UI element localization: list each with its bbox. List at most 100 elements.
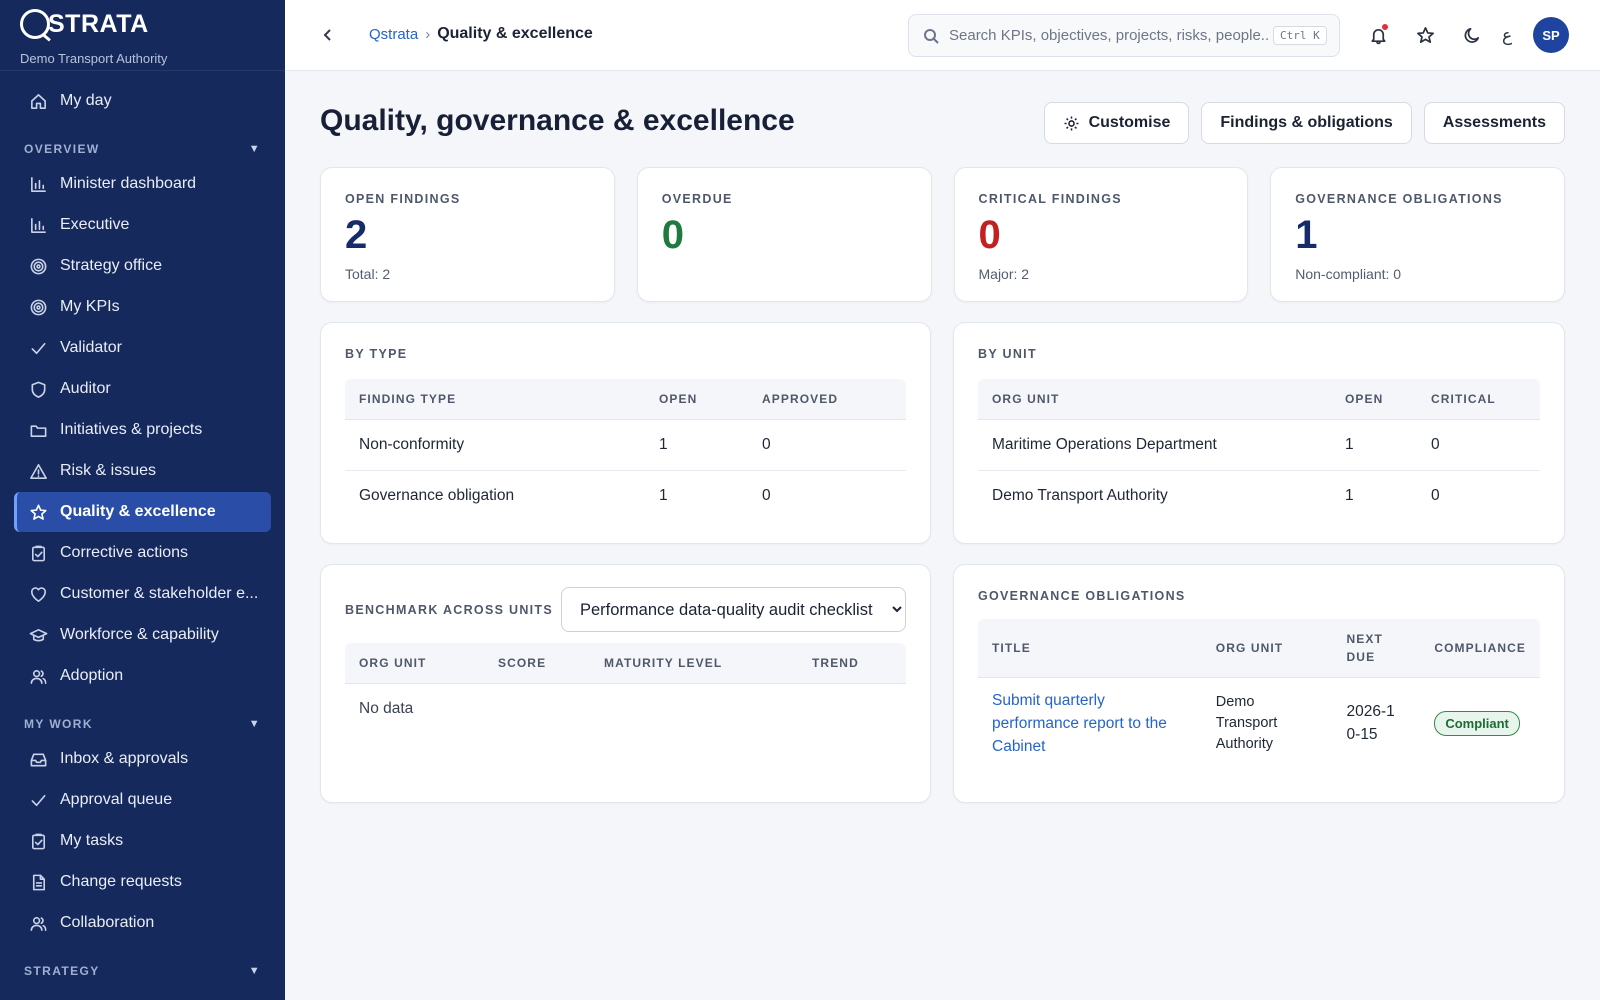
- notifications-button[interactable]: [1367, 24, 1389, 46]
- dark-mode-toggle[interactable]: [1461, 24, 1483, 46]
- customise-label: Customise: [1088, 114, 1171, 131]
- search-shortcut: Ctrl K: [1273, 26, 1327, 45]
- table-row[interactable]: Governance obligation 1 0: [345, 470, 906, 521]
- sidebar-item-strategy-office[interactable]: Strategy office: [14, 246, 271, 286]
- by-unit-table: ORG UNIT OPEN CRITICAL Maritime Operatio…: [978, 379, 1540, 521]
- breadcrumb-root-link[interactable]: Qstrata: [369, 26, 418, 43]
- sidebar-item-label: Minister dashboard: [60, 175, 197, 192]
- shield-icon: [28, 379, 48, 399]
- col-finding-type: FINDING TYPE: [345, 379, 645, 420]
- obligation-next-due: 2026-10-15: [1333, 677, 1421, 769]
- sidebar-item-customer-and-stakeholder-e[interactable]: Customer & stakeholder e...: [14, 574, 271, 614]
- benchmark-card: BENCHMARK ACROSS UNITS Performance data-…: [320, 564, 931, 803]
- page-header: Quality, governance & excellence Customi…: [320, 71, 1565, 167]
- customise-button[interactable]: Customise: [1043, 102, 1190, 144]
- sidebar-item-label: Executive: [60, 216, 130, 233]
- sidebar-item-my-tasks[interactable]: My tasks: [14, 821, 271, 861]
- kpi-subtext: Non-compliant: 0: [1295, 266, 1402, 282]
- sidebar-item-corrective-actions[interactable]: Corrective actions: [14, 533, 271, 573]
- assessments-button[interactable]: Assessments: [1423, 102, 1565, 144]
- table-cell: 1: [659, 486, 668, 504]
- sidebar-item-label: Risk & issues: [60, 462, 157, 479]
- sidebar-item-my-kpis[interactable]: My KPIs: [14, 287, 271, 327]
- breakdown-row: BY TYPE FINDING TYPE OPEN APPROVED Non-c…: [320, 322, 1565, 544]
- table-cell: Submit quarterly performance report to t…: [978, 677, 1202, 769]
- caret-down-icon: ▼: [248, 718, 261, 730]
- kpi-label: CRITICAL FINDINGS: [978, 192, 1122, 206]
- table-cell: Governance obligation: [359, 486, 515, 504]
- star-icon: [1416, 26, 1434, 43]
- table-row[interactable]: Maritime Operations Department 1 0: [978, 419, 1540, 471]
- table-cell: 1: [1331, 419, 1417, 471]
- table-cell: 0: [762, 486, 771, 504]
- heart-icon: [28, 584, 48, 604]
- sidebar-item-label: Collaboration: [60, 914, 155, 931]
- sidebar-item-minister-dashboard[interactable]: Minister dashboard: [14, 164, 271, 204]
- sidebar-item-inbox-and-approvals[interactable]: Inbox & approvals: [14, 739, 271, 779]
- kpi-value: 0: [978, 213, 1001, 257]
- findings-obligations-button[interactable]: Findings & obligations: [1201, 102, 1412, 144]
- obligations-table: TITLE ORG UNIT NEXT DUE COMPLIANCE Submi…: [978, 619, 1540, 769]
- graduation-cap-icon: [28, 625, 48, 645]
- col-critical: CRITICAL: [1417, 379, 1540, 420]
- sidebar-item-validator[interactable]: Validator: [14, 328, 271, 368]
- sidebar-section-title: MY WORK: [24, 717, 93, 731]
- clipboard-check-icon: [28, 831, 48, 851]
- sidebar-item-collaboration[interactable]: Collaboration: [14, 903, 271, 943]
- table-row[interactable]: Demo Transport Authority 1 0: [978, 470, 1540, 521]
- sidebar-section-strategy[interactable]: STRATEGY ▼: [0, 944, 285, 986]
- table-cell: Demo Transport Authority: [992, 486, 1168, 504]
- sidebar-section-my-work[interactable]: MY WORK ▼: [0, 697, 285, 739]
- star-icon: [28, 502, 48, 522]
- sidebar-item-adoption[interactable]: Adoption: [14, 656, 271, 696]
- col-open: OPEN: [645, 379, 748, 420]
- sidebar-section-overview[interactable]: OVERVIEW ▼: [0, 122, 285, 164]
- user-avatar[interactable]: SP: [1533, 17, 1569, 53]
- favorites-button[interactable]: [1414, 24, 1436, 46]
- table-row[interactable]: Non-conformity 1 0: [345, 419, 906, 471]
- back-button[interactable]: [317, 24, 339, 46]
- clipboard-check-icon: [28, 543, 48, 563]
- obligation-org-unit: Demo Transport Authority: [1215, 693, 1278, 752]
- col-approved: APPROVED: [748, 379, 906, 420]
- bar-chart-icon: [28, 215, 48, 235]
- sidebar-section-title: OVERVIEW: [24, 142, 100, 156]
- col-compliance: COMPLIANCE: [1420, 619, 1540, 678]
- kpi-card-governance-obligations[interactable]: GOVERNANCE OBLIGATIONS 1 Non-compliant: 0: [1270, 167, 1565, 302]
- sidebar-item-initiatives-and-projects[interactable]: Initiatives & projects: [14, 410, 271, 450]
- sidebar-item-label: Inbox & approvals: [60, 750, 189, 767]
- page-title: Quality, governance & excellence: [320, 104, 795, 137]
- table-cell: 0: [1431, 486, 1440, 504]
- col-org-unit: ORG UNIT: [345, 643, 484, 684]
- sidebar-item-quality-and-excellence[interactable]: Quality & excellence: [14, 492, 271, 532]
- benchmark-select[interactable]: Performance data-quality audit checklist: [561, 587, 906, 632]
- language-toggle[interactable]: ع: [1502, 26, 1512, 46]
- kpi-card-overdue[interactable]: OVERDUE 0: [636, 167, 932, 302]
- home-icon: [28, 91, 48, 111]
- logo[interactable]: STRATA: [20, 8, 265, 40]
- sidebar-item-change-requests[interactable]: Change requests: [14, 862, 271, 902]
- sidebar-item-label: My day: [60, 92, 112, 109]
- sidebar-item-approval-queue[interactable]: Approval queue: [14, 780, 271, 820]
- sidebar-item-label: My KPIs: [60, 298, 120, 315]
- col-maturity-level: MATURITY LEVEL: [590, 643, 798, 684]
- sidebar-item-executive[interactable]: Executive: [14, 205, 271, 245]
- empty-state: No data: [359, 699, 414, 717]
- breadcrumb-separator: ›: [425, 25, 431, 43]
- sidebar-item-my-day[interactable]: My day: [14, 81, 271, 121]
- sidebar-item-workforce-and-capability[interactable]: Workforce & capability: [14, 615, 271, 655]
- sidebar-item-risk-and-issues[interactable]: Risk & issues: [14, 451, 271, 491]
- warning-icon: [28, 461, 48, 481]
- table-cell: Non-conformity: [345, 419, 645, 471]
- search-input[interactable]: [949, 27, 1269, 44]
- check-icon: [28, 790, 48, 810]
- kpi-card-open-findings[interactable]: OPEN FINDINGS 2 Total: 2: [320, 167, 615, 302]
- global-search[interactable]: Ctrl K: [908, 14, 1340, 57]
- obligation-title-link[interactable]: Submit quarterly performance report to t…: [992, 692, 1167, 755]
- sidebar-item-auditor[interactable]: Auditor: [14, 369, 271, 409]
- brand: STRATA Demo Transport Authority: [0, 0, 285, 71]
- sidebar-item-label: Auditor: [60, 380, 111, 397]
- sidebar-item-label: Workforce & capability: [60, 626, 219, 643]
- kpi-card-critical-findings[interactable]: CRITICAL FINDINGS 0 Major: 2: [953, 167, 1249, 302]
- caret-down-icon: ▼: [248, 965, 261, 977]
